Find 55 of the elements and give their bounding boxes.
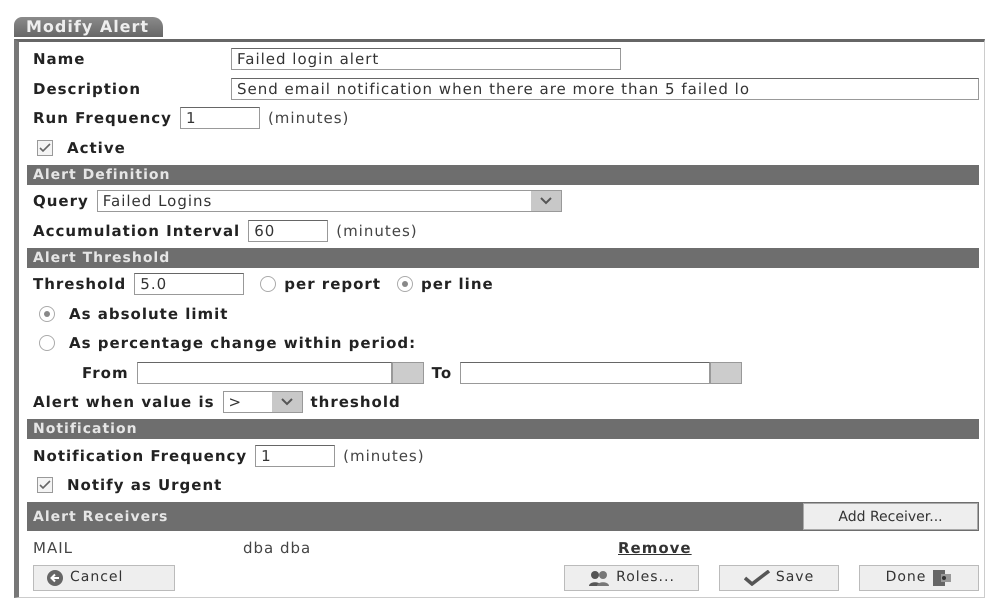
radio-button[interactable] bbox=[397, 276, 413, 292]
text-field[interactable]: 60 bbox=[248, 220, 328, 242]
radio-label: per report bbox=[284, 274, 381, 295]
radio-label: As percentage change within period: bbox=[69, 333, 416, 354]
radio-label: per line bbox=[421, 274, 494, 295]
unit-label: (minutes) bbox=[336, 220, 418, 242]
field-label: Accumulation Interval bbox=[33, 220, 240, 242]
cancel-button[interactable]: Cancel bbox=[33, 564, 175, 590]
unit-label: (minutes) bbox=[268, 108, 350, 129]
checkbox[interactable] bbox=[37, 477, 53, 494]
field-label: Description bbox=[33, 78, 142, 100]
date-field[interactable] bbox=[460, 362, 710, 384]
radio-button[interactable] bbox=[260, 276, 276, 292]
unit-label: (minutes) bbox=[343, 446, 425, 466]
field-label: Name bbox=[33, 49, 86, 70]
people-icon bbox=[588, 568, 610, 586]
done-button[interactable]: Done bbox=[859, 564, 979, 590]
table-cell-text: MAIL bbox=[33, 538, 74, 558]
add-receiver-button[interactable]: Add Receiver... bbox=[803, 503, 978, 530]
field-label: Notification Frequency bbox=[33, 446, 248, 466]
save-button[interactable]: Save bbox=[719, 564, 839, 590]
caret-icon bbox=[272, 392, 302, 412]
roles-button[interactable]: Roles... bbox=[564, 564, 699, 590]
exit-door-icon bbox=[932, 568, 952, 586]
checkbox-label: Active bbox=[67, 138, 126, 158]
field-label: threshold bbox=[310, 392, 401, 413]
text-field[interactable]: 5.0 bbox=[134, 273, 244, 296]
text-field[interactable]: 1 bbox=[255, 444, 336, 467]
checkbox-label: Notify as Urgent bbox=[67, 475, 222, 496]
text-field[interactable]: 1 bbox=[180, 107, 260, 130]
checkmark-icon bbox=[744, 570, 770, 586]
field-label: Query bbox=[33, 191, 89, 212]
radio-button[interactable] bbox=[39, 306, 55, 322]
section-title: Alert Definition bbox=[33, 166, 170, 184]
field-label: Alert when value is bbox=[33, 392, 215, 413]
date-field[interactable] bbox=[136, 362, 392, 384]
dropdown[interactable]: Failed Logins bbox=[96, 190, 562, 212]
field-label: To bbox=[432, 362, 452, 384]
radio-button[interactable] bbox=[39, 335, 55, 352]
section-title: Alert Receivers bbox=[33, 508, 168, 526]
field-label: Threshold bbox=[33, 274, 126, 295]
remove-link[interactable]: Remove bbox=[618, 536, 692, 559]
field-label: Run Frequency bbox=[33, 108, 172, 129]
section-title: Notification bbox=[33, 420, 138, 439]
radio-label: As absolute limit bbox=[69, 304, 228, 324]
text-field[interactable]: Send email notification when there are more than 5 failed lo bbox=[231, 78, 979, 100]
table-cell-text: dba dba bbox=[243, 538, 312, 558]
caret-icon bbox=[530, 191, 561, 212]
text-field[interactable]: Failed login alert bbox=[231, 48, 621, 70]
calendar-button[interactable] bbox=[710, 362, 742, 384]
checkbox[interactable] bbox=[37, 140, 53, 156]
calendar-button[interactable] bbox=[392, 362, 424, 384]
dropdown[interactable]: > bbox=[222, 391, 303, 414]
section-title: Alert Threshold bbox=[33, 248, 170, 268]
field-label: From bbox=[82, 362, 129, 384]
